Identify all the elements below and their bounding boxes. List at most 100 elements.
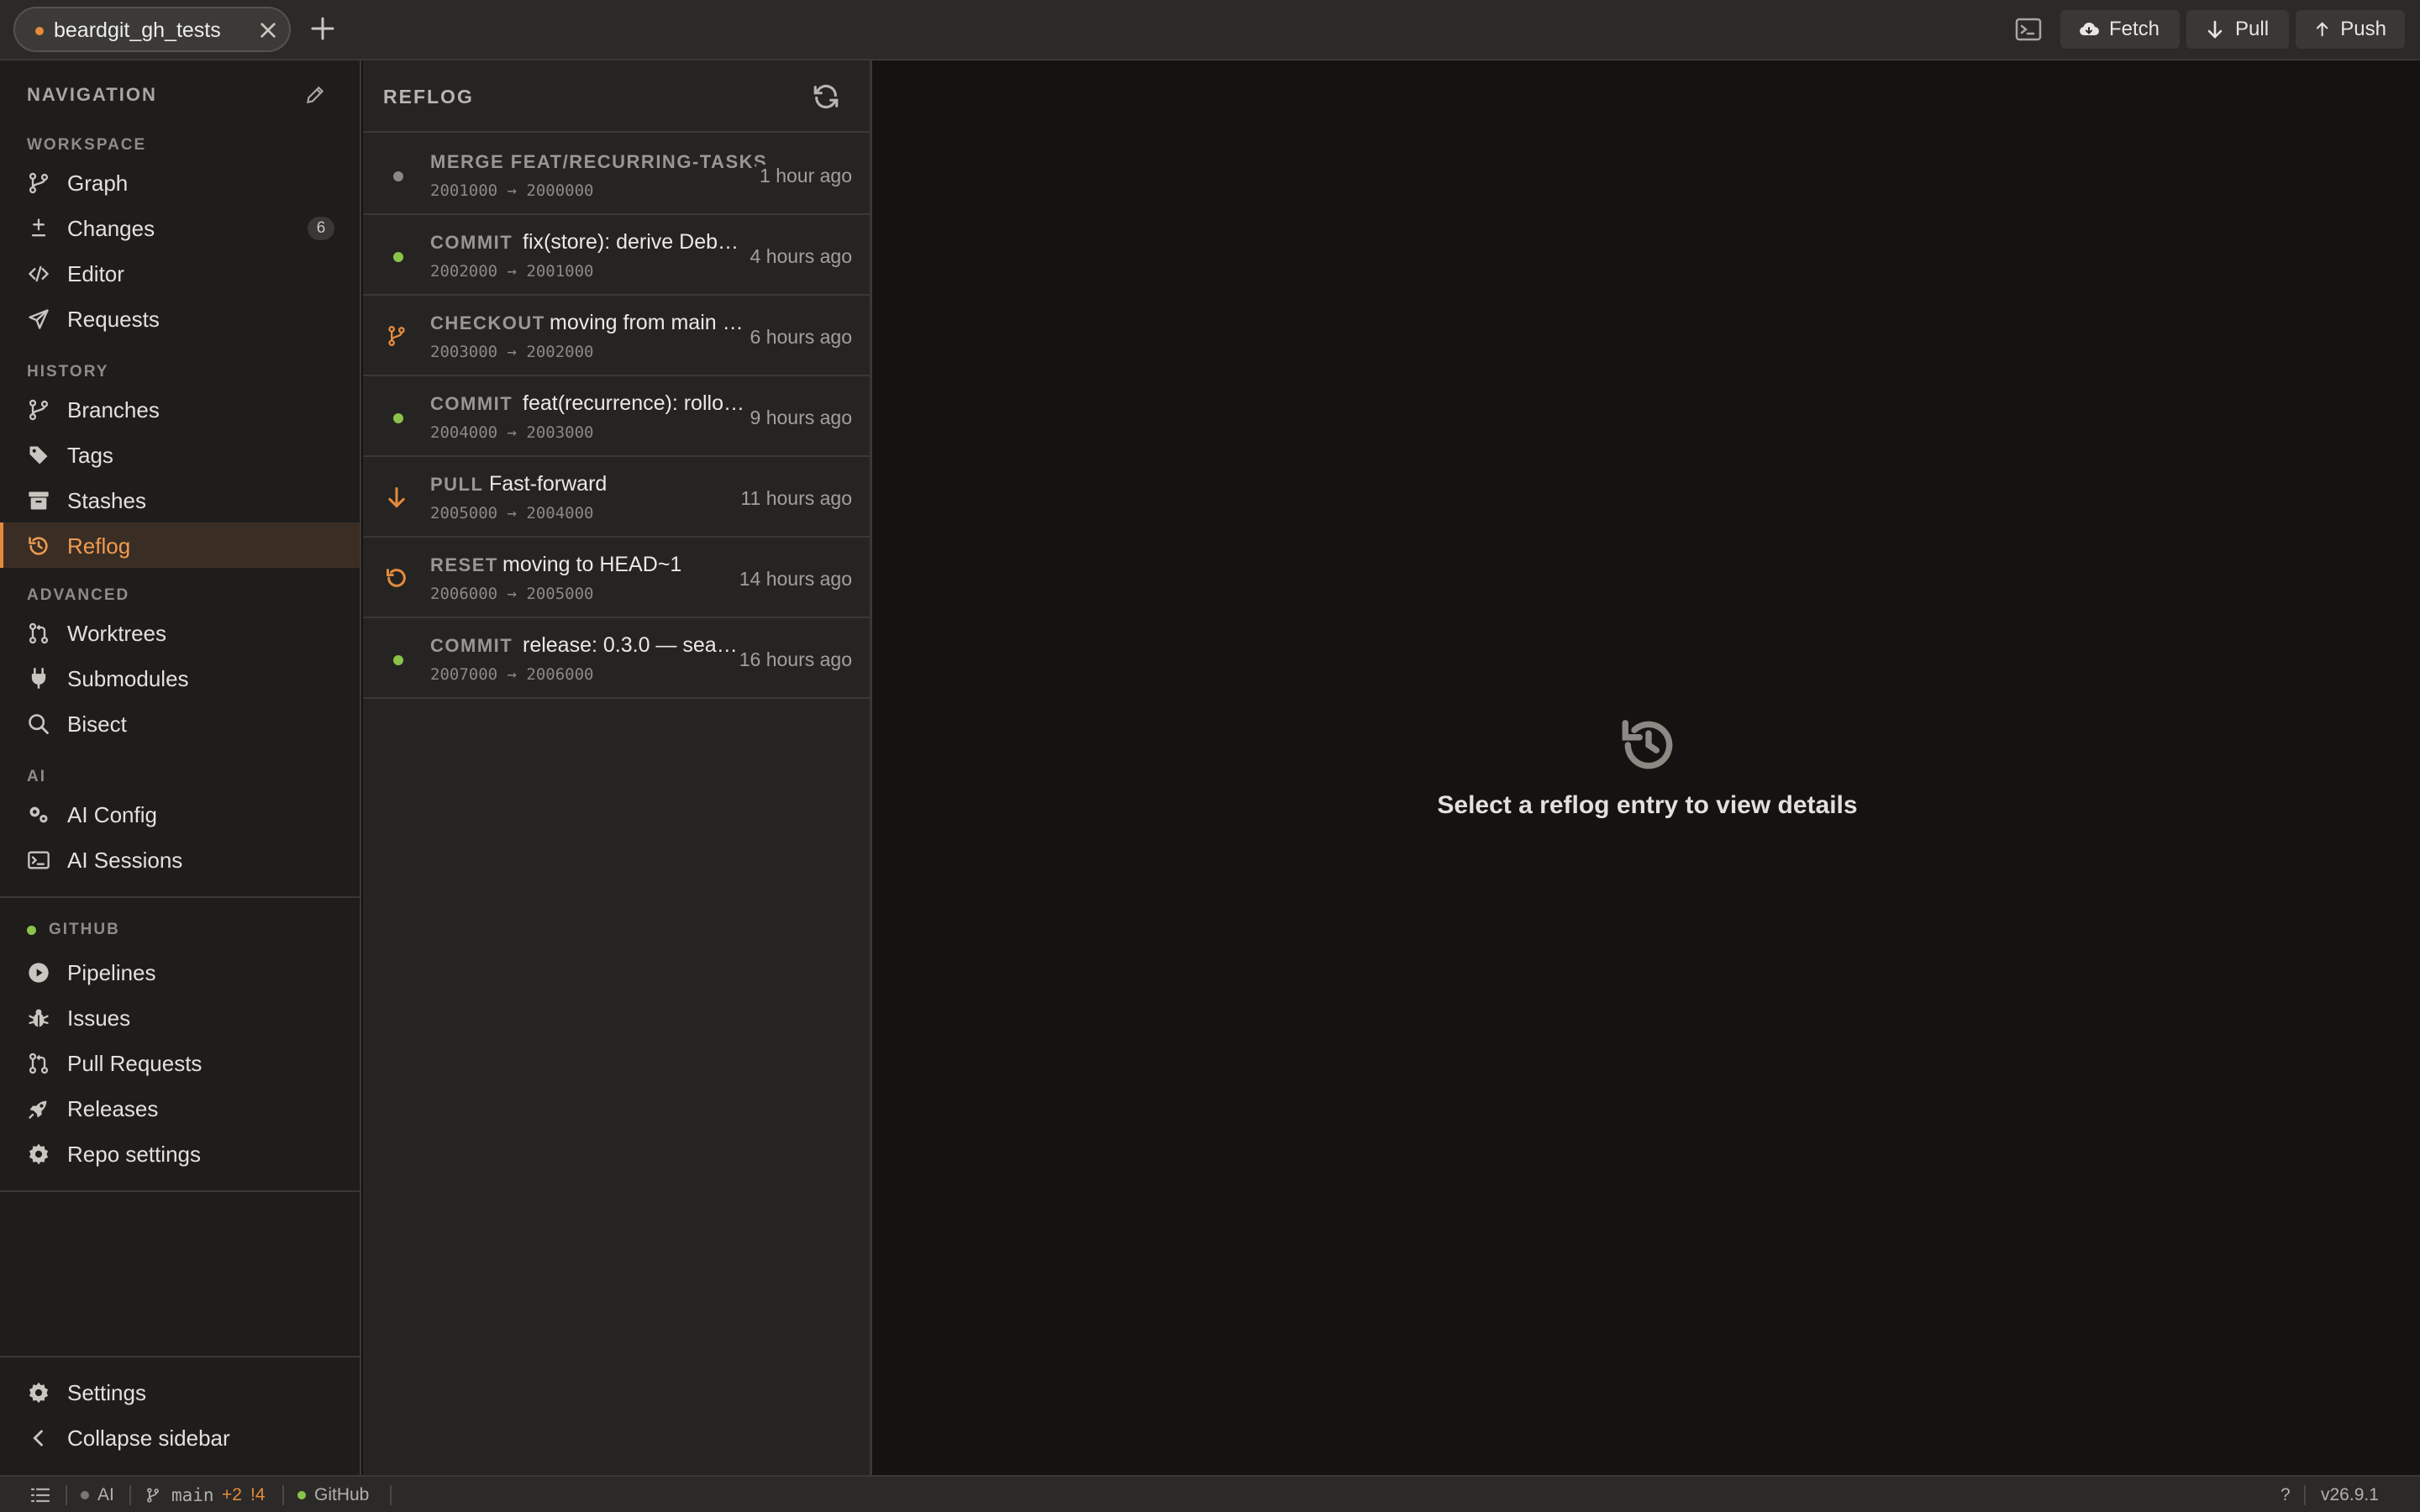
sidebar-item-ai-config[interactable]: AI Config <box>0 791 360 837</box>
section-advanced: ADVANCED <box>27 586 130 604</box>
git-pull-request-icon <box>29 1053 49 1074</box>
sidebar-item-label: Worktrees <box>67 621 166 646</box>
sidebar-item-repo-settings[interactable]: Repo settings <box>0 1131 360 1176</box>
current-branch[interactable]: main <box>171 1485 214 1505</box>
sidebar-item-label: Submodules <box>67 666 189 691</box>
sidebar-item-changes[interactable]: Changes 6 <box>0 205 360 250</box>
terminal-icon <box>28 851 50 869</box>
help-button[interactable]: ? <box>2281 1485 2291 1505</box>
reflog-entry-kind: COMMIT <box>430 635 513 656</box>
reflog-entry-kind: CHECKOUT <box>430 312 545 333</box>
sidebar-item-label: Requests <box>67 307 160 332</box>
sidebar-item-ai-sessions[interactable]: AI Sessions <box>0 837 360 882</box>
sidebar-item-editor[interactable]: Editor <box>0 250 360 296</box>
reflog-entry-time: 11 hours ago <box>737 487 852 510</box>
reflog-entry-hashes: 2007000 → 2006000 <box>430 665 594 684</box>
section-github: GITHUB <box>49 921 120 938</box>
reflog-entry-hashes: 2003000 → 2002000 <box>430 343 594 361</box>
reflog-entry[interactable]: RESET moving to HEAD~1 2006000 → 2005000… <box>363 538 872 618</box>
reflog-entry-hashes: 2004000 → 2003000 <box>430 423 594 442</box>
reflog-entry[interactable]: MERGE FEAT/RECURRING-TASKS 2001000 → 200… <box>363 134 872 215</box>
reflog-entry-hashes: 2006000 → 2005000 <box>430 585 594 603</box>
sidebar-item-tags[interactable]: Tags <box>0 432 360 477</box>
repo-tab[interactable]: beardgit_gh_tests <box>13 7 291 52</box>
sidebar: NAVIGATION WORKSPACE Graph Changes 6 Edi… <box>0 60 361 1475</box>
code-icon <box>28 265 50 282</box>
reflog-entry-message: fix(store): derive Debounce <box>523 230 744 254</box>
push-button[interactable]: Push <box>2296 10 2405 49</box>
tag-icon <box>29 446 48 465</box>
reflog-entry[interactable]: COMMIT release: 0.3.0 — search 2007000 →… <box>363 618 872 699</box>
arrow-down-icon <box>388 486 405 508</box>
sidebar-item-stashes[interactable]: Stashes <box>0 477 360 522</box>
undo-icon <box>386 569 406 587</box>
sidebar-item-requests[interactable]: Requests <box>0 296 360 341</box>
sidebar-item-label: Issues <box>67 1005 131 1031</box>
reflog-entry-kind: MERGE FEAT/RECURRING-TASKS <box>430 151 768 172</box>
cloud-download-icon <box>2080 22 2099 35</box>
reflog-entry-message: Fast-forward <box>489 472 608 496</box>
chevron-left-icon <box>33 1430 43 1446</box>
plus-icon[interactable] <box>309 15 336 42</box>
gear-icon <box>29 1382 49 1404</box>
sidebar-divider <box>0 1356 360 1357</box>
send-icon <box>29 309 49 329</box>
sidebar-item-reflog[interactable]: Reflog <box>0 522 360 568</box>
sidebar-item-label: Reflog <box>67 533 131 559</box>
reflog-entry[interactable]: PULL Fast-forward 2005000 → 2004000 11 h… <box>363 457 872 538</box>
github-status-dot <box>297 1491 306 1499</box>
bug-icon <box>29 1009 49 1027</box>
sidebar-item-worktrees[interactable]: Worktrees <box>0 610 360 655</box>
sidebar-item-graph[interactable]: Graph <box>0 160 360 205</box>
empty-state-text: Select a reflog entry to view details <box>1437 791 1858 819</box>
sidebar-item-pull-requests[interactable]: Pull Requests <box>0 1040 360 1085</box>
section-workspace: WORKSPACE <box>27 136 147 154</box>
version-label: v26.9.1 <box>2321 1485 2379 1504</box>
sidebar-item-label: Branches <box>67 397 160 423</box>
pull-button[interactable]: Pull <box>2186 10 2289 49</box>
sidebar-item-label: Repo settings <box>67 1142 201 1167</box>
sidebar-item-label: Settings <box>67 1380 146 1405</box>
commit-dot-icon <box>393 413 403 423</box>
status-separator <box>282 1485 284 1505</box>
reflog-title: REFLOG <box>383 86 474 108</box>
sidebar-item-label: Changes <box>67 216 155 241</box>
pencil-icon[interactable] <box>304 84 326 106</box>
sidebar-item-issues[interactable]: Issues <box>0 995 360 1040</box>
sidebar-item-releases[interactable]: Releases <box>0 1085 360 1131</box>
reflog-entry-message: moving from main to feat <box>550 311 744 334</box>
reflog-panel: REFLOG MERGE FEAT/RECURRING-TASKS 200100… <box>363 60 872 1475</box>
reflog-entry-kind: RESET <box>430 554 498 575</box>
refresh-icon[interactable] <box>812 82 840 111</box>
reflog-entry-time: 9 hours ago <box>746 407 852 429</box>
reflog-entry[interactable]: COMMIT fix(store): derive Debounce 20020… <box>363 215 872 296</box>
ai-status[interactable]: AI <box>97 1485 114 1505</box>
status-separator <box>2304 1485 2306 1505</box>
history-icon <box>1622 720 1673 769</box>
pull-label: Pull <box>2235 18 2270 40</box>
sidebar-item-submodules[interactable]: Submodules <box>0 655 360 701</box>
gear-icon <box>29 1143 49 1165</box>
reflog-entry[interactable]: CHECKOUT moving from main to feat 200300… <box>363 296 872 376</box>
sidebar-item-bisect[interactable]: Bisect <box>0 701 360 746</box>
fetch-label: Fetch <box>2109 18 2160 40</box>
github-status[interactable]: GitHub <box>314 1485 369 1505</box>
list-icon[interactable] <box>30 1487 50 1504</box>
fetch-button[interactable]: Fetch <box>2060 10 2180 49</box>
reflog-entry-message: release: 0.3.0 — search <box>523 633 738 657</box>
sidebar-item-label: AI Sessions <box>67 848 183 873</box>
reflog-entry-time: 14 hours ago <box>735 568 852 591</box>
close-icon[interactable] <box>259 21 277 39</box>
collapse-sidebar-button[interactable]: Collapse sidebar <box>0 1415 360 1460</box>
sidebar-item-pipelines[interactable]: Pipelines <box>0 949 360 995</box>
sidebar-divider <box>0 896 360 898</box>
sidebar-item-settings[interactable]: Settings <box>0 1369 360 1415</box>
changes-count-badge: 6 <box>308 217 334 240</box>
sidebar-item-branches[interactable]: Branches <box>0 386 360 432</box>
terminal-icon[interactable] <box>2015 17 2042 42</box>
gears-icon <box>29 806 48 823</box>
reflog-entry[interactable]: COMMIT feat(recurrence): rollover 200400… <box>363 376 872 457</box>
sidebar-item-label: AI Config <box>67 802 157 827</box>
git-branch-icon <box>29 399 49 421</box>
arrow-down-icon <box>2207 20 2223 39</box>
